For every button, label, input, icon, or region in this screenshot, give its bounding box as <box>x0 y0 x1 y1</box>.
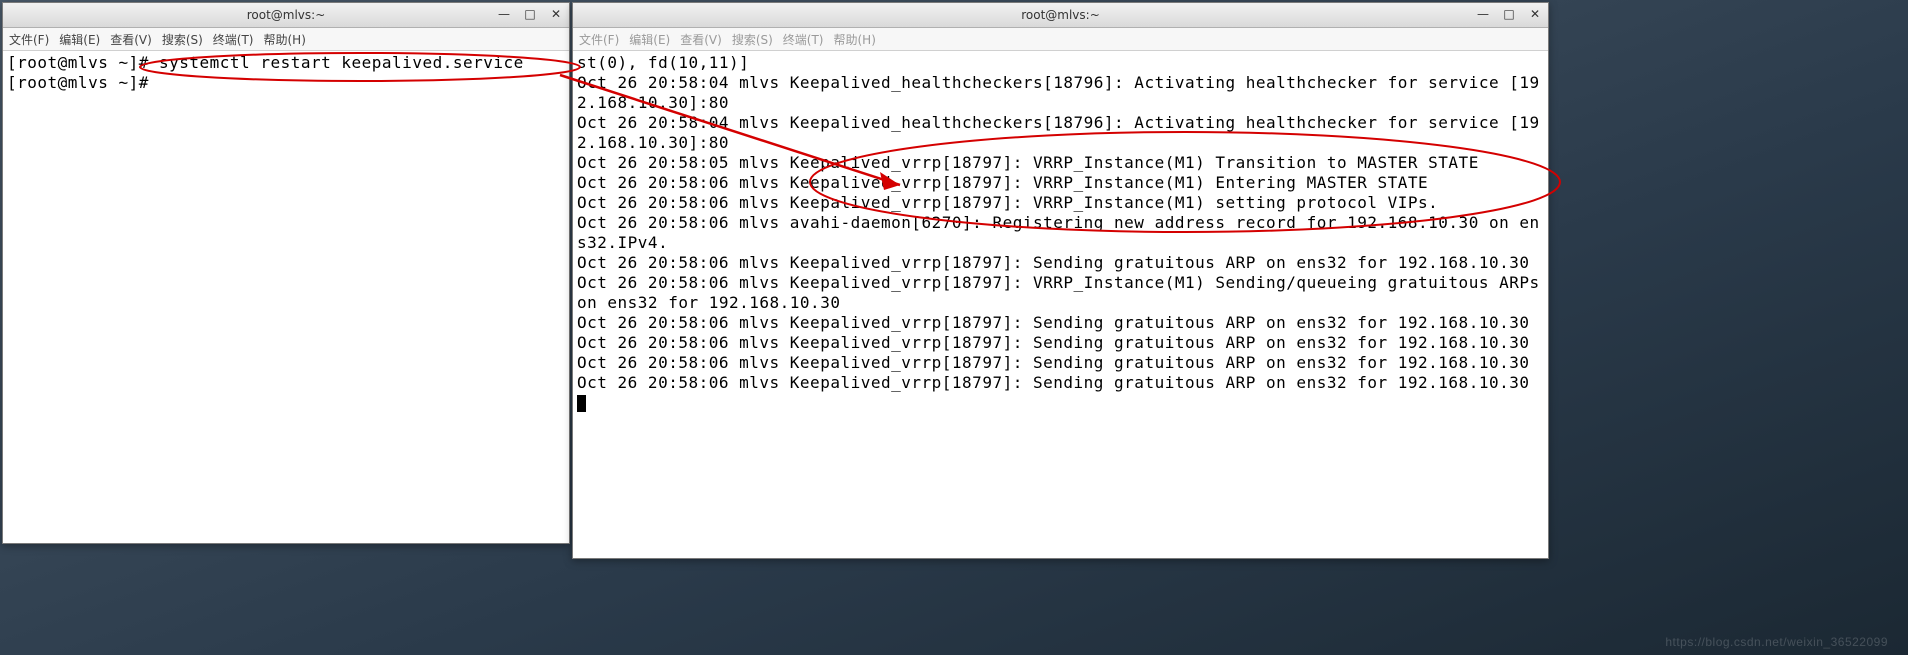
window-title-left: root@mlvs:~ <box>3 8 569 22</box>
window-title-right: root@mlvs:~ <box>573 8 1548 22</box>
terminal-line: [root@mlvs ~]# <box>7 73 159 92</box>
close-button[interactable]: ✕ <box>1526 5 1544 23</box>
menu-view[interactable]: 查看(V) <box>110 31 152 48</box>
terminal-line: st(0), fd(10,11)] <box>577 53 749 72</box>
menu-help[interactable]: 帮助(H) <box>264 31 306 48</box>
menu-terminal[interactable]: 终端(T) <box>783 31 824 48</box>
terminal-line: Oct 26 20:58:04 mlvs Keepalived_healthch… <box>577 113 1540 152</box>
terminal-line: Oct 26 20:58:06 mlvs avahi-daemon[6270]:… <box>577 213 1540 252</box>
terminal-line: Oct 26 20:58:06 mlvs Keepalived_vrrp[187… <box>577 333 1529 352</box>
maximize-button[interactable]: □ <box>1500 5 1518 23</box>
maximize-button[interactable]: □ <box>521 5 539 23</box>
desktop: root@mlvs:~ — □ ✕ 文件(F) 编辑(E) 查看(V) 搜索(S… <box>0 0 1908 655</box>
menu-terminal[interactable]: 终端(T) <box>213 31 254 48</box>
menu-file[interactable]: 文件(F) <box>9 31 49 48</box>
terminal-line: Oct 26 20:58:05 mlvs Keepalived_vrrp[187… <box>577 153 1479 172</box>
terminal-line: Oct 26 20:58:06 mlvs Keepalived_vrrp[187… <box>577 273 1548 312</box>
titlebar-left[interactable]: root@mlvs:~ — □ ✕ <box>3 3 569 28</box>
terminal-line: Oct 26 20:58:06 mlvs Keepalived_vrrp[187… <box>577 313 1529 332</box>
terminal-line: Oct 26 20:58:06 mlvs Keepalived_vrrp[187… <box>577 253 1529 272</box>
minimize-button[interactable]: — <box>1474 5 1492 23</box>
terminal-line: Oct 26 20:58:04 mlvs Keepalived_healthch… <box>577 73 1540 112</box>
terminal-window-right: root@mlvs:~ — □ ✕ 文件(F) 编辑(E) 查看(V) 搜索(S… <box>572 2 1549 559</box>
menu-view[interactable]: 查看(V) <box>680 31 722 48</box>
menu-help[interactable]: 帮助(H) <box>834 31 876 48</box>
menu-search[interactable]: 搜索(S) <box>162 31 203 48</box>
menubar-right: 文件(F) 编辑(E) 查看(V) 搜索(S) 终端(T) 帮助(H) <box>573 28 1548 51</box>
window-controls-right: — □ ✕ <box>1474 5 1544 23</box>
terminal-line: [root@mlvs ~]# systemctl restart keepali… <box>7 53 524 72</box>
menu-file[interactable]: 文件(F) <box>579 31 619 48</box>
terminal-line: Oct 26 20:58:06 mlvs Keepalived_vrrp[187… <box>577 173 1428 192</box>
terminal-body-left[interactable]: [root@mlvs ~]# systemctl restart keepali… <box>3 51 569 543</box>
terminal-window-left: root@mlvs:~ — □ ✕ 文件(F) 编辑(E) 查看(V) 搜索(S… <box>2 2 570 544</box>
window-controls-left: — □ ✕ <box>495 5 565 23</box>
menu-search[interactable]: 搜索(S) <box>732 31 773 48</box>
terminal-line: Oct 26 20:58:06 mlvs Keepalived_vrrp[187… <box>577 373 1529 392</box>
terminal-cursor <box>577 395 586 412</box>
minimize-button[interactable]: — <box>495 5 513 23</box>
terminal-line: Oct 26 20:58:06 mlvs Keepalived_vrrp[187… <box>577 353 1529 372</box>
close-button[interactable]: ✕ <box>547 5 565 23</box>
terminal-line: Oct 26 20:58:06 mlvs Keepalived_vrrp[187… <box>577 193 1438 212</box>
menu-edit[interactable]: 编辑(E) <box>629 31 670 48</box>
menu-edit[interactable]: 编辑(E) <box>59 31 100 48</box>
watermark: https://blog.csdn.net/weixin_36522099 <box>1665 635 1888 649</box>
menubar-left: 文件(F) 编辑(E) 查看(V) 搜索(S) 终端(T) 帮助(H) <box>3 28 569 51</box>
terminal-body-right[interactable]: st(0), fd(10,11)] Oct 26 20:58:04 mlvs K… <box>573 51 1548 558</box>
titlebar-right[interactable]: root@mlvs:~ — □ ✕ <box>573 3 1548 28</box>
